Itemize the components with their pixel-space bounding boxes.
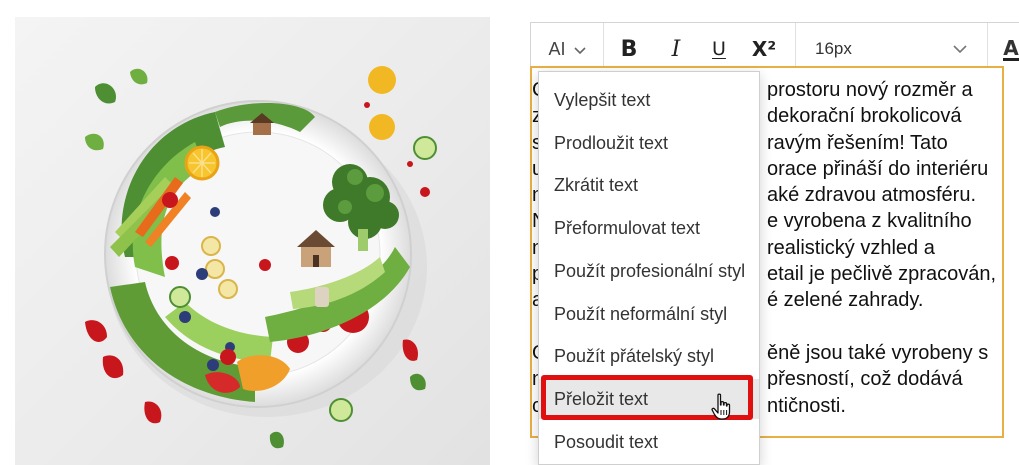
menu-item-rephrase-text[interactable]: Přeformulovat text — [539, 208, 759, 248]
menu-item-improve-text[interactable]: Vylepšit text — [539, 80, 759, 120]
menu-item-extend-text[interactable]: Prodloužit text — [539, 123, 759, 163]
vegetable-plate-illustration — [85, 66, 437, 449]
menu-item-professional-style[interactable]: Použít profesionální styl — [539, 251, 759, 291]
menu-item-informal-style[interactable]: Použít neformální styl — [539, 294, 759, 334]
chevron-down-icon — [953, 39, 967, 59]
menu-item-shorten-text[interactable]: Zkrátit text — [539, 165, 759, 205]
chevron-down-icon — [573, 39, 586, 60]
font-size-value: 16px — [815, 39, 852, 58]
hand-pointer-icon — [711, 393, 733, 421]
menu-item-friendly-style[interactable]: Použít přátelský styl — [539, 336, 759, 376]
underline-label: U — [712, 38, 726, 60]
ai-label: AI — [548, 38, 566, 59]
menu-item-review-text[interactable]: Posoudit text — [539, 422, 759, 462]
product-image — [15, 17, 490, 465]
font-color-label: A — [1003, 35, 1019, 61]
